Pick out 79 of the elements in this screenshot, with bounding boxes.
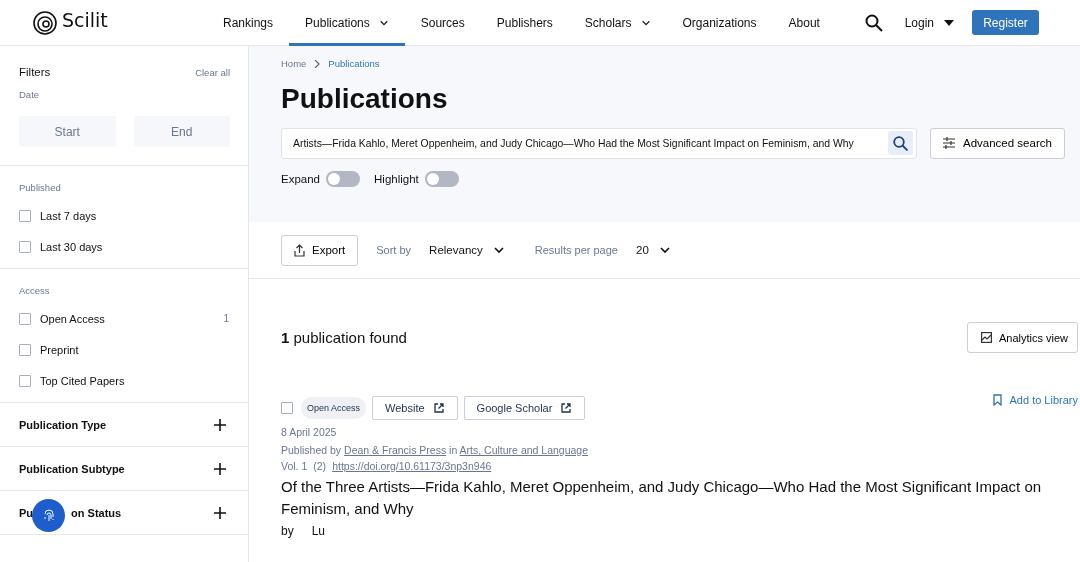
publication-title[interactable]: Of the Three Artists—Frida Kahlo, Meret Oppenheim, and Judy Chicago—Who Had the Most Significant Impact on Feminism, and Why <box>281 476 1078 520</box>
toggle-label: Highlight <box>374 172 419 185</box>
chevron-down-icon <box>492 244 505 256</box>
checkbox[interactable] <box>281 402 293 414</box>
search-field[interactable]: Artists—Frida Kahlo, Meret Oppenheim, and Judy Chicago—Who Had the Most Significant Impact on Feminism, and Why <box>293 137 888 149</box>
nav-link[interactable]: Publishers <box>480 0 569 46</box>
bookmark-icon <box>992 394 1002 406</box>
external-link-button[interactable]: Website <box>372 396 458 420</box>
open-access-badge: Open Access <box>301 397 367 419</box>
checkbox[interactable] <box>19 312 31 325</box>
volume-info: Vol. 1 <box>281 460 308 472</box>
author-link[interactable]: Lu <box>311 524 326 538</box>
publication-date: 8 April 2025 <box>281 426 338 438</box>
sort-dropdown[interactable]: Relevancy <box>429 244 505 256</box>
logo-text: Scilit <box>62 8 108 31</box>
filter-section-title[interactable]: Publication Subtype <box>19 462 125 475</box>
sliders-icon <box>943 137 955 150</box>
start-date-field[interactable]: Start <box>19 116 116 147</box>
toggle-switch[interactable] <box>424 170 459 187</box>
caret-down-icon <box>944 19 954 26</box>
count: 1 <box>223 313 229 324</box>
login-link[interactable]: Login <box>904 15 954 30</box>
search-button[interactable] <box>888 131 913 156</box>
nav-link[interactable]: Rankings <box>207 0 290 46</box>
section-label: Access <box>19 285 51 296</box>
chart-icon <box>980 332 992 343</box>
nav-link[interactable]: Scholars <box>568 0 667 46</box>
search-bar[interactable]: Artists—Frida Kahlo, Meret Oppenheim, and Judy Chicago—Who Had the Most Significant Impact on Feminism, and Why <box>281 127 917 159</box>
search-icon <box>864 13 883 32</box>
doi-link[interactable]: https://doi.org/10.61173/3np3n946 <box>332 460 492 472</box>
section-label: Published <box>19 182 62 193</box>
search-icon <box>893 135 908 151</box>
filter-section-title[interactable]: Publication Type <box>19 418 107 431</box>
published-by-line: Published by Dean & Francis Press in Arts, Culture and Language <box>281 444 590 456</box>
checkbox[interactable] <box>19 240 31 253</box>
toggle-switch[interactable] <box>326 170 360 187</box>
breadcrumb-link[interactable]: Publications <box>328 58 380 69</box>
advanced-search-button[interactable]: Advanced search <box>930 127 1065 159</box>
external-link-icon <box>560 402 573 414</box>
section-label: Date <box>19 89 41 100</box>
toggle-label: Expand <box>281 172 320 185</box>
filters-heading: Filters <box>19 66 51 78</box>
logo-icon <box>33 10 57 35</box>
results-count: 1 publication found <box>281 329 407 346</box>
nav-link[interactable]: Sources <box>404 0 481 46</box>
nav-link[interactable]: Organizations <box>666 0 773 46</box>
share-icon <box>294 243 305 257</box>
page-title: Publications <box>281 82 449 116</box>
register-button[interactable]: Register <box>972 10 1039 35</box>
publisher-link[interactable]: Dean & Francis Press <box>344 444 447 456</box>
end-date-field[interactable]: End <box>133 116 230 147</box>
filter-section-title[interactable]: on Status <box>71 506 122 519</box>
filter-option[interactable]: Top Cited Papers <box>40 374 230 387</box>
filter-option[interactable]: Last 30 days <box>40 240 230 253</box>
nav-link[interactable]: About <box>772 0 836 46</box>
filter-option[interactable]: Open Access <box>40 312 224 325</box>
sort-label: Sort by <box>376 244 412 256</box>
add-to-library-link[interactable]: Add to Library <box>992 394 1078 406</box>
fingerprint-icon <box>41 508 56 523</box>
fingerprint-button[interactable] <box>32 499 65 532</box>
export-button[interactable]: Export <box>281 234 359 266</box>
chevron-right-icon <box>314 59 321 68</box>
chevron-down-icon <box>658 244 671 256</box>
issue-info: (2) <box>313 460 327 472</box>
filter-section-title[interactable]: Pu <box>19 506 34 519</box>
journal-link[interactable]: Arts, Culture and Language <box>459 444 589 456</box>
clear-all-link[interactable]: Clear all <box>195 66 230 78</box>
filter-option[interactable]: Last 7 days <box>40 209 230 222</box>
checkbox[interactable] <box>19 209 31 222</box>
results-per-page-label: Results per page <box>534 244 618 256</box>
filter-option[interactable]: Preprint <box>40 343 230 356</box>
external-link-button[interactable]: Google Scholar <box>463 396 586 420</box>
checkbox[interactable] <box>19 343 31 356</box>
per-page-dropdown[interactable]: 20 <box>636 244 671 256</box>
checkbox[interactable] <box>19 374 31 387</box>
external-link-icon <box>432 402 445 414</box>
by-label: by <box>281 524 294 538</box>
analytics-view-button[interactable]: Analytics view <box>966 322 1078 353</box>
breadcrumb-link[interactable]: Home <box>281 58 307 69</box>
